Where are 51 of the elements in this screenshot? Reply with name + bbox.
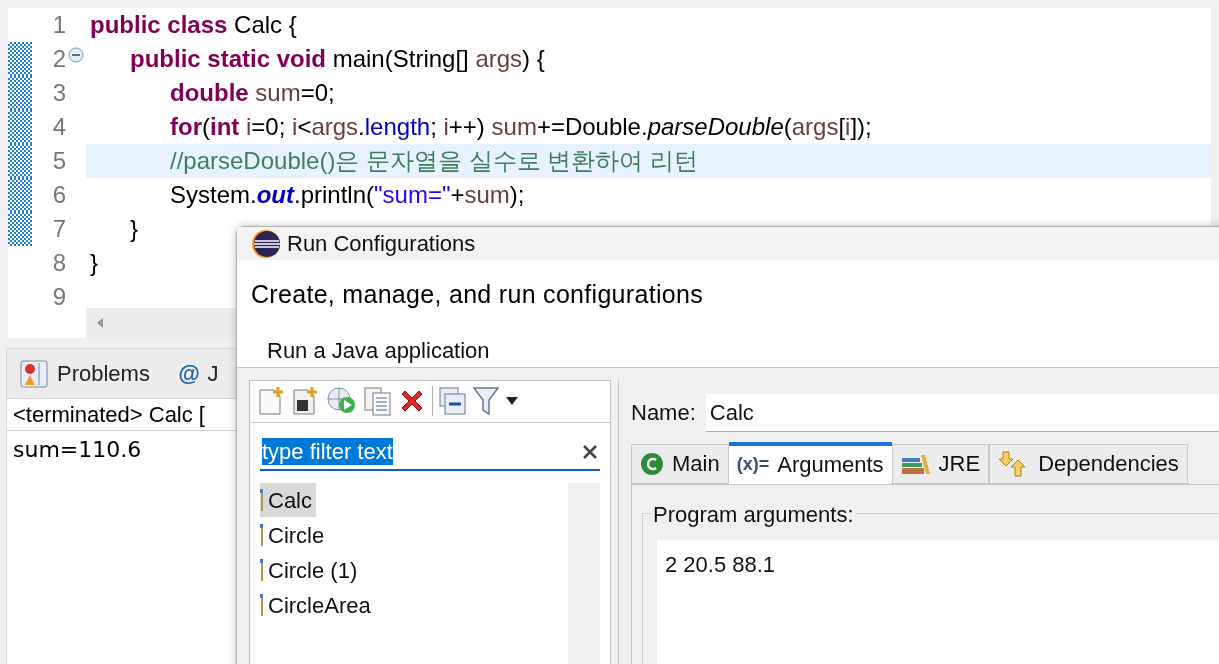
dialog-message: Run a Java application xyxy=(267,336,491,365)
code-line: //parseDouble()은 문자열을 실수로 변환하여 리턴 xyxy=(169,149,699,173)
code-line: public class Calc { xyxy=(90,13,297,37)
line-number: 6 xyxy=(52,183,66,207)
program-arguments-field[interactable]: 2 20.5 88.1 xyxy=(657,539,1219,664)
code-line: System.out.println("sum="+sum); xyxy=(169,183,525,207)
line-number: 3 xyxy=(52,81,66,105)
line-number: 4 xyxy=(52,115,66,139)
java-app-icon xyxy=(260,594,264,616)
filter-field[interactable]: type filter text xyxy=(260,434,600,471)
line-number: 2 xyxy=(52,47,66,71)
globe-run-icon[interactable] xyxy=(326,386,358,416)
class-circle-icon xyxy=(640,451,664,476)
console-output: sum=110.6 xyxy=(13,436,142,464)
configuration-item[interactable]: Circle (1) xyxy=(260,553,362,587)
line-number: 5 xyxy=(52,149,66,173)
configuration-item[interactable]: Circle xyxy=(260,518,329,552)
caret-icon[interactable] xyxy=(505,396,519,406)
dialog-heading: Create, manage, and run configurations xyxy=(251,279,704,310)
java-app-icon xyxy=(260,524,264,546)
view-tab[interactable]: @ J xyxy=(175,357,221,390)
java-app-icon xyxy=(260,559,264,581)
config-tab[interactable]: Main xyxy=(631,443,729,484)
collapse-all-icon[interactable] xyxy=(439,387,467,415)
line-number: 9 xyxy=(52,285,66,308)
code-line: for(int i=0; i<args.length; i++) sum+=Double.parseDouble(args[i]); xyxy=(169,115,872,139)
line-number: 1 xyxy=(52,13,66,37)
console-header: <terminated> Calc [ xyxy=(13,401,205,429)
clear-icon[interactable] xyxy=(582,443,598,460)
java-app-icon xyxy=(260,489,264,511)
code-line: } xyxy=(129,217,138,241)
view-tab[interactable]: Problems xyxy=(17,357,152,390)
filter-icon[interactable] xyxy=(473,386,499,416)
name-field[interactable]: Calc xyxy=(705,393,1219,432)
configuration-item[interactable]: Calc xyxy=(260,483,316,517)
collapse-icon[interactable] xyxy=(68,47,84,63)
name-label: Name: xyxy=(631,399,696,427)
config-tab[interactable]: Dependencies xyxy=(989,443,1188,484)
line-number: 8 xyxy=(52,251,66,275)
variable-icon: (x)= xyxy=(736,451,770,478)
config-tab[interactable]: JRE xyxy=(891,443,990,484)
at-sign-icon: @ xyxy=(177,357,200,390)
code-line: double sum=0; xyxy=(169,81,335,105)
window-title: Run Configurations xyxy=(287,230,476,258)
new-prototype-icon[interactable] xyxy=(292,386,320,416)
configuration-item[interactable]: CircleArea xyxy=(260,588,375,622)
problems-icon xyxy=(19,358,49,389)
line-number: 7 xyxy=(52,217,66,241)
code-line: public static void main(String[] args) { xyxy=(129,47,545,71)
code-line: } xyxy=(90,251,98,275)
config-tab[interactable]: (x)= Arguments xyxy=(728,441,892,484)
